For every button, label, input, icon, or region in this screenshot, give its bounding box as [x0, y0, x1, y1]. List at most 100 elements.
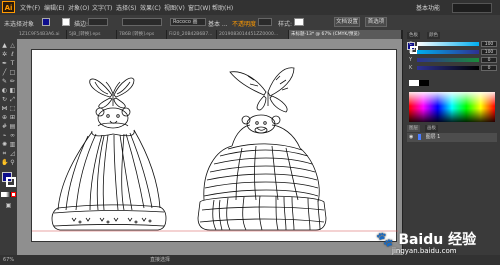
control-bar: 未选择对象 描边: Rococo 画 基本 ... 不透明度 样式: 文档设置 …	[0, 15, 500, 31]
screen-mode-icon[interactable]: ▣	[5, 202, 12, 209]
channel-c-value[interactable]: 100	[481, 41, 497, 47]
document-setup-button[interactable]: 文档设置	[334, 17, 360, 27]
document-canvas[interactable]	[17, 39, 402, 255]
watermark-url: jingyan.baidu.com	[392, 247, 457, 255]
channel-y-label: Y	[409, 57, 413, 63]
graph-tool-icon[interactable]: ▥	[9, 141, 16, 148]
document-tabs: 1Z1C9F54B3A6.ai 5JB_[转换].eps 7B6B [转换].e…	[17, 30, 402, 39]
zoom-level[interactable]: 67%	[3, 255, 14, 265]
pen-tool-icon[interactable]: ✒	[1, 60, 8, 67]
menu-effect[interactable]: 效果(C)	[140, 3, 161, 12]
channel-k-label: K	[409, 65, 413, 71]
shape-builder-tool-icon[interactable]: ⊕	[1, 114, 8, 121]
type-tool-icon[interactable]: T	[9, 60, 16, 67]
variable-width-dropdown[interactable]	[122, 18, 162, 26]
artwork	[32, 67, 398, 232]
zoom-tool-icon[interactable]: ⚲	[9, 159, 16, 166]
tab-doc-2[interactable]: 5JB_[转换].eps	[67, 30, 117, 39]
tab-swatches[interactable]: 色板	[407, 32, 420, 39]
stroke-weight-field[interactable]	[88, 18, 108, 26]
menu-object[interactable]: 对象(O)	[68, 3, 89, 12]
selection-status: 未选择对象	[4, 21, 35, 28]
channel-y-value[interactable]: 0	[481, 57, 497, 63]
brush-dropdown[interactable]: Rococo 画	[170, 18, 206, 26]
menu-select[interactable]: 选择(S)	[116, 3, 137, 12]
channel-m-label: M	[409, 49, 414, 55]
white-swatch[interactable]	[409, 80, 419, 86]
rectangle-tool-icon[interactable]: □	[9, 69, 16, 76]
gradient-tool-icon[interactable]: ▤	[9, 123, 16, 130]
watermark-brand: Baidu 经验	[398, 232, 477, 248]
tab-doc-4[interactable]: Fil20_20B42B6B7...	[167, 30, 217, 39]
tab-doc-active[interactable]: 未标题-13* @ 67% (CMYK/预览)	[289, 30, 402, 39]
menu-edit[interactable]: 编辑(E)	[44, 3, 64, 12]
opacity-field[interactable]	[258, 18, 272, 26]
eraser-tool-icon[interactable]: ◧	[9, 87, 16, 94]
color-swatch-row	[409, 80, 495, 86]
left-hat-drawing	[51, 77, 167, 231]
line-tool-icon[interactable]: ╱	[1, 69, 8, 76]
artboard[interactable]	[31, 49, 398, 242]
style-swatch[interactable]	[294, 18, 304, 26]
channel-k-value[interactable]: 0	[481, 65, 497, 71]
left-butterfly-wing	[113, 77, 135, 98]
hand-tool-icon[interactable]: ✋	[1, 159, 8, 166]
eyedropper-tool-icon[interactable]: ⌁	[1, 132, 8, 139]
tab-doc-3[interactable]: 7B6B [转换].eps	[117, 30, 167, 39]
right-panels: 色板 颜色 C 100 M 100 Y 0 K 0 图层 画板 ◉ 图层 1	[402, 30, 500, 255]
search-input[interactable]	[452, 3, 492, 13]
blob-brush-tool-icon[interactable]: ◐	[1, 87, 8, 94]
direct-selection-tool-icon[interactable]: △	[9, 42, 16, 49]
tab-color[interactable]: 颜色	[427, 32, 440, 39]
artboard-tool-icon[interactable]: ⌗	[1, 150, 8, 157]
stroke-swatch[interactable]	[62, 18, 70, 26]
channel-c-slider[interactable]	[417, 42, 479, 46]
channel-k-slider[interactable]	[417, 66, 479, 70]
stroke-label: 描边:	[74, 21, 89, 28]
tab-doc-5[interactable]: 2019083014451ZZ0000...	[217, 30, 289, 39]
menu-type[interactable]: 文字(T)	[92, 3, 112, 12]
status-bar: 67% 直接选择	[0, 255, 500, 265]
preferences-button[interactable]: 首选项	[365, 17, 387, 27]
baidu-watermark: 🐾 Baidu 经验	[376, 229, 476, 249]
eye-icon[interactable]: ◉	[409, 134, 413, 140]
free-transform-tool-icon[interactable]: ⬚	[9, 105, 16, 112]
layer-row[interactable]: ◉ 图层 1	[407, 133, 497, 142]
menu-file[interactable]: 文件(F)	[20, 3, 40, 12]
lasso-tool-icon[interactable]: ℓ	[9, 51, 16, 58]
rotate-tool-icon[interactable]: ↻	[1, 96, 8, 103]
scale-tool-icon[interactable]: ⤢	[9, 96, 16, 103]
right-hat-drawing	[197, 67, 327, 231]
fill-swatch[interactable]	[42, 18, 50, 26]
tab-artboards[interactable]: 画板	[425, 125, 438, 132]
menu-bar: Ai 文件(F) 编辑(E) 对象(O) 文字(T) 选择(S) 效果(C) 视…	[0, 0, 500, 15]
paintbrush-tool-icon[interactable]: ✎	[1, 78, 8, 85]
width-tool-icon[interactable]: ⋈	[1, 105, 8, 112]
none-mode-icon[interactable]	[11, 192, 16, 197]
left-butterfly-wing	[89, 78, 113, 98]
layer-name[interactable]: 图层 1	[426, 134, 441, 140]
magic-wand-tool-icon[interactable]: ✲	[1, 51, 8, 58]
menu-view[interactable]: 视图(V)	[164, 3, 185, 12]
tab-layers[interactable]: 图层	[407, 125, 420, 132]
channel-y-slider[interactable]	[417, 58, 479, 62]
style2-label: 样式:	[278, 21, 293, 28]
pencil-tool-icon[interactable]: ✏	[9, 78, 16, 85]
menu-help[interactable]: 帮助(H)	[212, 3, 233, 12]
tab-doc-1[interactable]: 1Z1C9F54B3A6.ai	[17, 30, 67, 39]
channel-m-slider[interactable]	[417, 50, 479, 54]
mesh-tool-icon[interactable]: #	[1, 123, 8, 130]
blend-tool-icon[interactable]: ∞	[9, 132, 16, 139]
menu-window[interactable]: 窗口(W)	[188, 3, 211, 12]
channel-c-label: C	[409, 41, 413, 47]
workspace-switcher[interactable]: 基本功能	[416, 3, 440, 12]
stroke-color-icon[interactable]	[6, 177, 16, 187]
slice-tool-icon[interactable]: ◿	[9, 150, 16, 157]
symbol-sprayer-tool-icon[interactable]: ✺	[1, 141, 8, 148]
current-tool-label: 直接选择	[150, 257, 171, 263]
perspective-grid-tool-icon[interactable]: ⊞	[9, 114, 16, 121]
black-swatch[interactable]	[419, 80, 429, 86]
selection-tool-icon[interactable]: ▲	[1, 42, 8, 49]
opacity-link[interactable]: 不透明度	[232, 19, 256, 28]
channel-m-value[interactable]: 100	[481, 49, 497, 55]
